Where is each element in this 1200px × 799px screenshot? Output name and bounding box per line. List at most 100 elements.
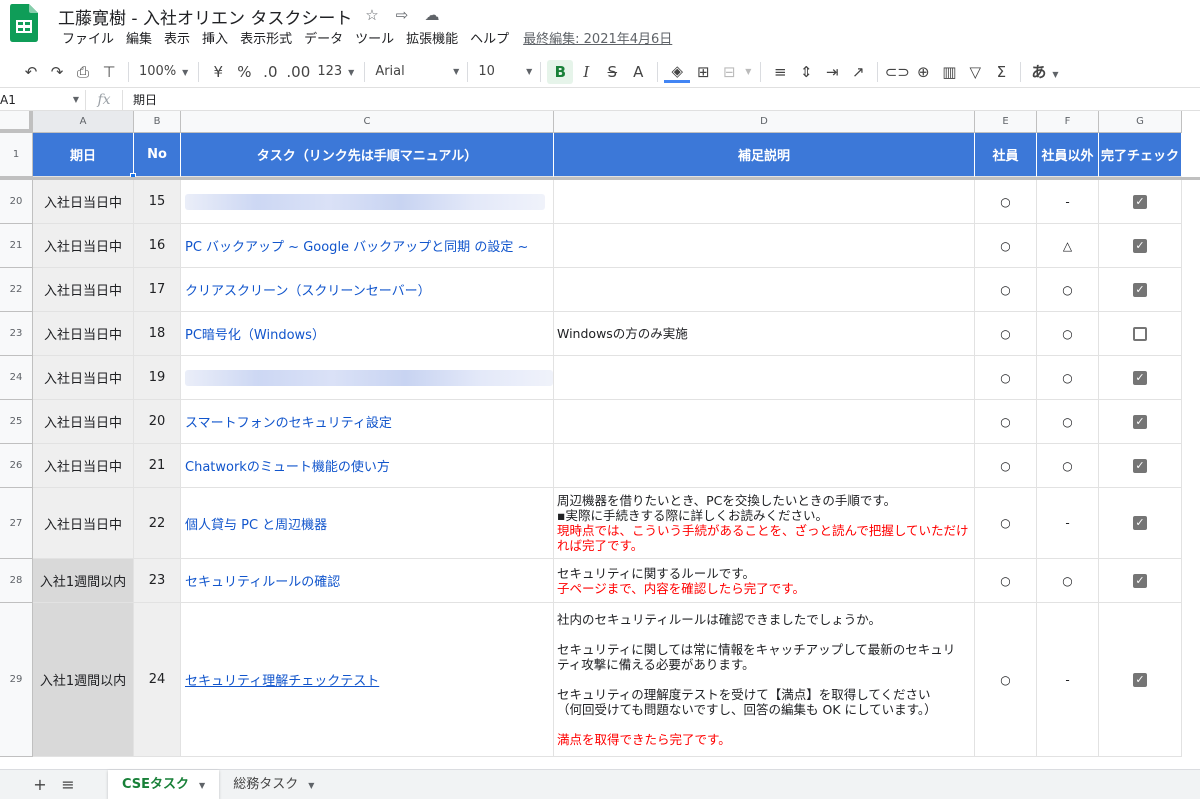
row-header[interactable]: 21: [0, 224, 33, 268]
formula-input[interactable]: 期日: [133, 91, 157, 108]
add-sheet-button[interactable]: +: [26, 775, 54, 794]
menu-item[interactable]: ヘルプ: [464, 31, 515, 49]
checkbox-checked[interactable]: ✓: [1133, 672, 1147, 687]
header-cell-employee[interactable]: 社員: [975, 133, 1037, 177]
menu-item[interactable]: ファイル: [56, 31, 120, 49]
document-title[interactable]: 工藤寛樹 - 入社オリエン タスクシート: [58, 4, 352, 29]
employee-cell[interactable]: ○: [975, 488, 1037, 559]
column-header-c[interactable]: C: [181, 111, 554, 133]
row-header[interactable]: 29: [0, 603, 33, 757]
borders-icon[interactable]: ⊞: [690, 60, 716, 84]
merge-cells-icon[interactable]: ⊟: [716, 60, 742, 84]
non-employee-cell[interactable]: △: [1037, 224, 1099, 268]
percent-format-button[interactable]: %: [231, 60, 257, 84]
task-link[interactable]: クリアスクリーン（スクリーンセーバー）: [185, 280, 431, 299]
employee-cell[interactable]: ○: [975, 444, 1037, 488]
italic-icon[interactable]: I: [573, 60, 599, 84]
done-cell[interactable]: ✓: [1099, 559, 1182, 603]
task-link-cell[interactable]: 個人貸与 PC と周辺機器: [181, 488, 554, 559]
task-link[interactable]: 個人貸与 PC と周辺機器: [185, 514, 327, 533]
employee-cell[interactable]: ○: [975, 356, 1037, 400]
row-header[interactable]: 27: [0, 488, 33, 559]
task-link-cell[interactable]: [181, 356, 554, 400]
task-link-cell[interactable]: スマートフォンのセキュリティ設定: [181, 400, 554, 444]
date-cell[interactable]: 入社1週間以内: [33, 559, 134, 603]
column-header-d[interactable]: D: [554, 111, 975, 133]
notes-cell[interactable]: [554, 180, 975, 224]
done-cell[interactable]: ✓: [1099, 488, 1182, 559]
move-folder-icon[interactable]: ⇨: [392, 5, 412, 25]
task-link-cell[interactable]: PC暗号化（Windows）: [181, 312, 554, 356]
text-color-button[interactable]: A: [625, 60, 651, 84]
checkbox-checked[interactable]: ✓: [1133, 573, 1147, 588]
chevron-down-icon[interactable]: ▼: [199, 781, 205, 790]
sheet-tab[interactable]: CSEタスク ▼: [108, 769, 220, 799]
undo-icon[interactable]: ↶: [18, 60, 44, 84]
non-employee-cell[interactable]: -: [1037, 488, 1099, 559]
row-header[interactable]: 26: [0, 444, 33, 488]
task-link-cell[interactable]: Chatworkのミュート機能の使い方: [181, 444, 554, 488]
header-cell-done[interactable]: 完了チェック: [1099, 133, 1182, 177]
number-cell[interactable]: 22: [134, 488, 181, 559]
menu-item[interactable]: 表示: [158, 31, 196, 49]
notes-cell[interactable]: [554, 444, 975, 488]
done-cell[interactable]: ✓: [1099, 603, 1182, 757]
number-cell[interactable]: 15: [134, 180, 181, 224]
non-employee-cell[interactable]: ○: [1037, 559, 1099, 603]
checkbox-checked[interactable]: ✓: [1133, 414, 1147, 429]
date-cell[interactable]: 入社日当日中: [33, 312, 134, 356]
number-cell[interactable]: 24: [134, 603, 181, 757]
chevron-down-icon[interactable]: ▼: [308, 781, 314, 790]
task-link-cell[interactable]: セキュリティルールの確認: [181, 559, 554, 603]
zoom-select[interactable]: 100% ▼: [135, 60, 192, 84]
task-link-cell[interactable]: PC バックアップ ~ Google バックアップと同期 の設定 ~: [181, 224, 554, 268]
paint-format-icon[interactable]: ⊤: [96, 60, 122, 84]
date-cell[interactable]: 入社日当日中: [33, 444, 134, 488]
header-cell-task[interactable]: タスク（リンク先は手順マニュアル）: [181, 133, 554, 177]
column-header-a[interactable]: A: [33, 111, 134, 133]
employee-cell[interactable]: ○: [975, 400, 1037, 444]
input-tools-select[interactable]: あ ▼: [1027, 60, 1062, 84]
sheet-tab[interactable]: 総務タスク ▼: [219, 770, 328, 799]
task-link[interactable]: Chatworkのミュート機能の使い方: [185, 456, 390, 475]
checkbox-checked[interactable]: ✓: [1133, 282, 1147, 297]
task-link[interactable]: PC バックアップ ~ Google バックアップと同期 の設定 ~: [185, 236, 528, 255]
decrease-decimal-button[interactable]: .0: [257, 60, 283, 84]
non-employee-cell[interactable]: ○: [1037, 268, 1099, 312]
date-cell[interactable]: 入社日当日中: [33, 268, 134, 312]
date-cell[interactable]: 入社日当日中: [33, 356, 134, 400]
checkbox-checked[interactable]: ✓: [1133, 238, 1147, 253]
notes-cell[interactable]: [554, 356, 975, 400]
non-employee-cell[interactable]: -: [1037, 603, 1099, 757]
functions-icon[interactable]: Σ: [988, 60, 1014, 84]
notes-cell[interactable]: [554, 268, 975, 312]
notes-cell[interactable]: Windowsの方のみ実施: [554, 312, 975, 356]
sheet-grid[interactable]: A B C D E F G 1 期日 No タスク（リンク先は手順マニュアル） 補足説明 社員 社員以外完…: [0, 111, 1200, 769]
done-cell[interactable]: ✓: [1099, 444, 1182, 488]
row-header[interactable]: 1: [0, 133, 33, 177]
row-header[interactable]: 22: [0, 268, 33, 312]
date-cell[interactable]: 入社日当日中: [33, 400, 134, 444]
redo-icon[interactable]: ↷: [44, 60, 70, 84]
row-header[interactable]: 20: [0, 180, 33, 224]
header-cell-date[interactable]: 期日: [33, 133, 134, 177]
number-cell[interactable]: 19: [134, 356, 181, 400]
last-edit-link[interactable]: 最終編集: 2021年4月6日: [523, 31, 672, 49]
column-header-b[interactable]: B: [134, 111, 181, 133]
task-link[interactable]: セキュリティ理解チェックテスト: [185, 670, 379, 689]
chevron-down-icon[interactable]: ▼: [742, 60, 754, 84]
notes-cell[interactable]: [554, 400, 975, 444]
row-header[interactable]: 23: [0, 312, 33, 356]
task-link[interactable]: セキュリティルールの確認: [185, 571, 340, 590]
checkbox-checked[interactable]: ✓: [1133, 370, 1147, 385]
notes-cell[interactable]: セキュリティに関するルールです。 子ページまで、内容を確認したら完了です。: [554, 559, 975, 603]
number-cell[interactable]: 16: [134, 224, 181, 268]
task-link[interactable]: PC暗号化（Windows）: [185, 324, 325, 343]
sheets-logo-icon[interactable]: [10, 4, 38, 42]
employee-cell[interactable]: ○: [975, 180, 1037, 224]
select-all-corner[interactable]: [0, 111, 33, 133]
redacted-task-link[interactable]: [185, 193, 545, 210]
star-icon[interactable]: ☆: [362, 5, 382, 25]
increase-decimal-button[interactable]: .00: [283, 60, 313, 84]
currency-format-button[interactable]: ¥: [205, 60, 231, 84]
